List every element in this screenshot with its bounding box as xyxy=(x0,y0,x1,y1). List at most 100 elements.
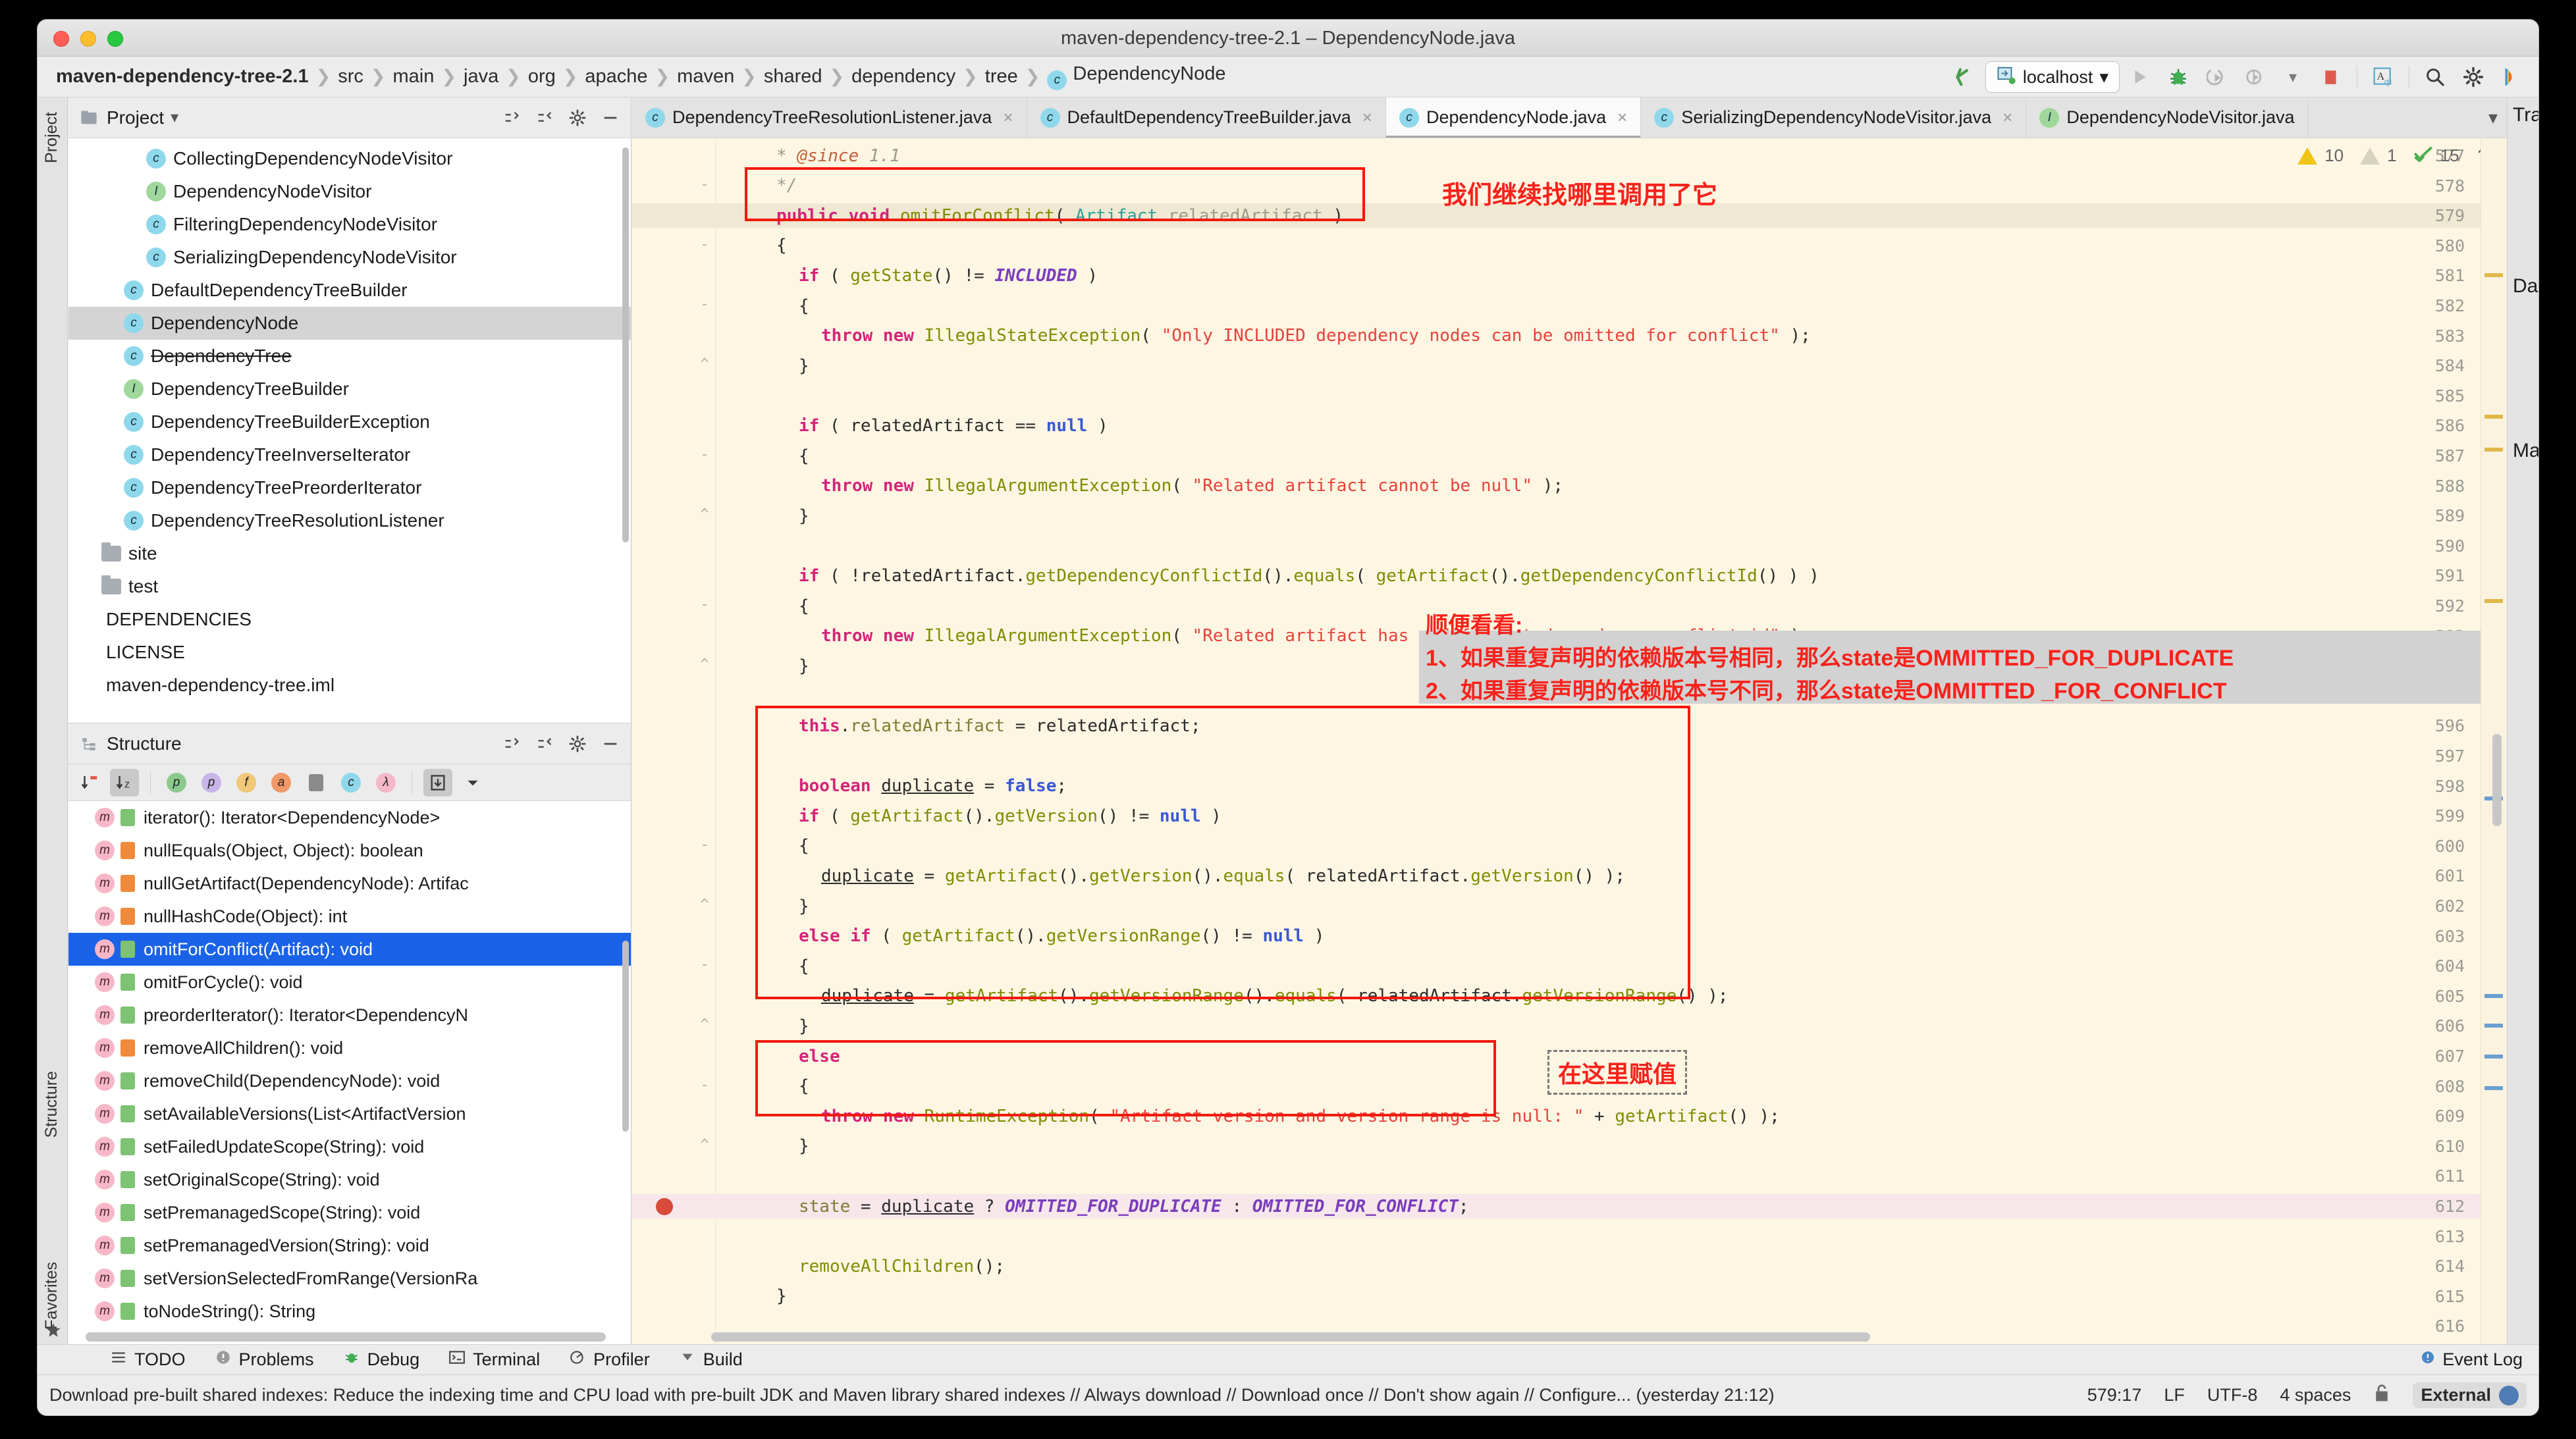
code-line[interactable]: } xyxy=(716,353,2507,378)
code-fold-marker[interactable]: ^ xyxy=(697,1016,712,1033)
structure-member-row[interactable]: m setFailedUpdateScope(String): void xyxy=(68,1130,631,1163)
run-icon[interactable] xyxy=(2122,61,2158,93)
code-line[interactable]: removeAllChildren (); xyxy=(716,1254,2507,1278)
marker-info[interactable] xyxy=(2484,1086,2503,1090)
show-public-icon[interactable]: p xyxy=(162,769,191,797)
breadcrumb-item-3[interactable]: java xyxy=(464,66,498,88)
tool-window-button[interactable]: Terminal xyxy=(448,1349,540,1371)
breadcrumb[interactable]: maven-dependency-tree-2.1 ❯ src ❯ main ❯ java ❯… xyxy=(56,63,1226,90)
chevron-down-icon[interactable]: ▾ xyxy=(2099,67,2108,88)
status-message[interactable]: Download pre-built shared indexes: Reduc… xyxy=(49,1385,1775,1405)
project-tree-row[interactable]: c DependencyTreeResolutionListener xyxy=(68,504,631,537)
hide-panel-icon[interactable] xyxy=(599,733,622,755)
expand-options-icon[interactable] xyxy=(458,769,487,797)
structure-member-row[interactable]: m removeAllChildren(): void xyxy=(68,1032,631,1064)
tool-window-button[interactable]: Debug xyxy=(343,1349,419,1371)
project-tree-row[interactable]: I DependencyNodeVisitor xyxy=(68,175,631,208)
rail-tab-database[interactable]: Database xyxy=(2513,275,2538,298)
structure-member-row[interactable]: m setAvailableVersions(List<ArtifactVersi… xyxy=(68,1097,631,1130)
project-tree-row[interactable]: c SerializingDependencyNodeVisitor xyxy=(68,241,631,274)
project-tree-row[interactable]: site xyxy=(68,537,631,570)
tool-window-button[interactable]: Profiler xyxy=(569,1349,650,1371)
project-tree-row[interactable]: c DependencyTreeInverseIterator xyxy=(68,438,631,471)
structure-member-row[interactable]: m nullHashCode(Object): int xyxy=(68,900,631,933)
breadcrumb-item-4[interactable]: org xyxy=(528,66,556,88)
close-icon[interactable]: × xyxy=(1362,107,1372,128)
breadcrumb-item-5[interactable]: apache xyxy=(585,66,647,88)
code-line[interactable]: if ( !relatedArtifact. getDependencyConfl… xyxy=(716,563,2507,588)
code-line[interactable]: } xyxy=(716,1134,2507,1159)
stop-icon[interactable] xyxy=(2313,61,2349,93)
show-private-icon[interactable]: a xyxy=(267,769,296,797)
tool-window-button[interactable]: Build xyxy=(679,1349,743,1371)
project-tree-row[interactable]: maven-dependency-tree.iml xyxy=(68,669,631,702)
breadcrumb-item-6[interactable]: maven xyxy=(677,66,734,88)
code-line[interactable]: boolean duplicate = false; xyxy=(716,774,2507,798)
project-tree-row[interactable]: c DefaultDependencyTreeBuilder xyxy=(68,274,631,307)
structure-member-row[interactable]: m omitForConflict(Artifact): void xyxy=(68,933,631,966)
code-fold-marker[interactable]: ^ xyxy=(697,897,712,913)
code-line[interactable]: throw new IllegalArgumentException( "Rel… xyxy=(716,474,2507,498)
code-line[interactable]: state = duplicate ? OMITTED_FOR_DUPLICAT… xyxy=(716,1194,2507,1218)
gear-icon[interactable] xyxy=(566,107,589,129)
project-tree-row[interactable]: I DependencyTreeBuilder xyxy=(68,373,631,406)
breadcrumb-item-1[interactable]: src xyxy=(338,66,363,88)
translate-icon[interactable]: A中 xyxy=(2365,61,2401,93)
code-line[interactable] xyxy=(716,534,2507,558)
code-line[interactable]: { xyxy=(716,954,2507,978)
ide-logo-icon[interactable] xyxy=(2494,61,2529,93)
code-line[interactable]: * @since 1.1 xyxy=(716,144,2507,168)
marker-info[interactable] xyxy=(2484,1055,2503,1059)
structure-member-row[interactable]: m omitForCycle(): void xyxy=(68,966,631,999)
run-with-coverage-icon[interactable] xyxy=(2199,61,2234,93)
back-arrow-icon[interactable] xyxy=(1947,61,1983,93)
tool-window-button[interactable]: TODO xyxy=(110,1349,186,1371)
rail-tab-translate[interactable]: Translate xyxy=(2513,104,2538,126)
code-editor[interactable]: 577 * @since 1.1 578- */579 public void omit… xyxy=(632,138,2507,1344)
breadcrumb-item-0[interactable]: maven-dependency-tree-2.1 xyxy=(56,66,309,88)
close-icon[interactable]: × xyxy=(1003,107,1013,128)
code-line[interactable]: { xyxy=(716,234,2507,258)
search-icon[interactable] xyxy=(2417,61,2453,93)
breadcrumb-item-8[interactable]: dependency xyxy=(851,66,955,88)
project-tree-row[interactable]: test xyxy=(68,570,631,603)
gear-icon[interactable] xyxy=(2455,61,2491,93)
code-fold-marker[interactable]: - xyxy=(697,956,712,973)
code-fold-marker[interactable]: - xyxy=(697,596,712,613)
project-tree-row[interactable]: c FilteringDependencyNodeVisitor xyxy=(68,208,631,241)
marker-warning[interactable] xyxy=(2484,415,2503,419)
code-line[interactable]: { xyxy=(716,594,2507,618)
code-line[interactable] xyxy=(716,1164,2507,1188)
close-icon[interactable]: × xyxy=(2002,107,2012,128)
code-line[interactable] xyxy=(716,384,2507,408)
code-line[interactable]: throw new IllegalStateException( "Only I… xyxy=(716,324,2507,348)
tool-window-button[interactable]: Problems xyxy=(215,1349,314,1371)
marker-warning[interactable] xyxy=(2484,448,2503,452)
code-fold-marker[interactable]: - xyxy=(697,1077,712,1093)
structure-member-row[interactable]: m nullEquals(Object, Object): boolean xyxy=(68,834,631,867)
structure-member-row[interactable]: m setVersionSelectedFromRange(VersionRa xyxy=(68,1262,631,1295)
code-line[interactable]: duplicate = getArtifact (). getVersionRang… xyxy=(716,984,2507,1008)
debug-icon[interactable] xyxy=(2160,61,2196,93)
show-anonymous-icon[interactable]: λ xyxy=(371,769,400,797)
project-tree-row[interactable]: LICENSE xyxy=(68,636,631,669)
collapse-all-icon[interactable] xyxy=(500,107,523,129)
code-fold-marker[interactable]: - xyxy=(697,837,712,853)
tool-window-bar[interactable]: TODO Problems Debug Terminal Profiler Build Ev… xyxy=(38,1344,2538,1374)
code-fold-marker[interactable]: ^ xyxy=(697,656,712,673)
editor-gutter[interactable] xyxy=(632,138,716,1344)
code-fold-marker[interactable]: - xyxy=(697,446,712,463)
editor-tab[interactable]: c DefaultDependencyTreeBuilder.java × xyxy=(1027,97,1386,138)
structure-member-row[interactable]: m removeChild(DependencyNode): void xyxy=(68,1064,631,1097)
code-line[interactable]: { xyxy=(716,444,2507,468)
code-fold-marker[interactable]: ^ xyxy=(697,506,712,523)
autoscroll-to-source-icon[interactable] xyxy=(423,768,452,797)
inspection-widget[interactable]: 10 1 15 ⌃ xyxy=(2297,145,2490,167)
rail-tab-maven[interactable]: Maven xyxy=(2513,440,2538,462)
structure-member-row[interactable]: m toNodeString(): String xyxy=(68,1295,631,1328)
close-icon[interactable]: × xyxy=(1617,107,1627,128)
editor-tab[interactable]: c SerializingDependencyNodeVisitor.java × xyxy=(1641,97,2027,138)
profiler-chevron-down-icon[interactable]: ▾ xyxy=(2275,61,2311,93)
hide-panel-icon[interactable] xyxy=(599,107,622,129)
expand-all-icon[interactable] xyxy=(533,733,556,755)
